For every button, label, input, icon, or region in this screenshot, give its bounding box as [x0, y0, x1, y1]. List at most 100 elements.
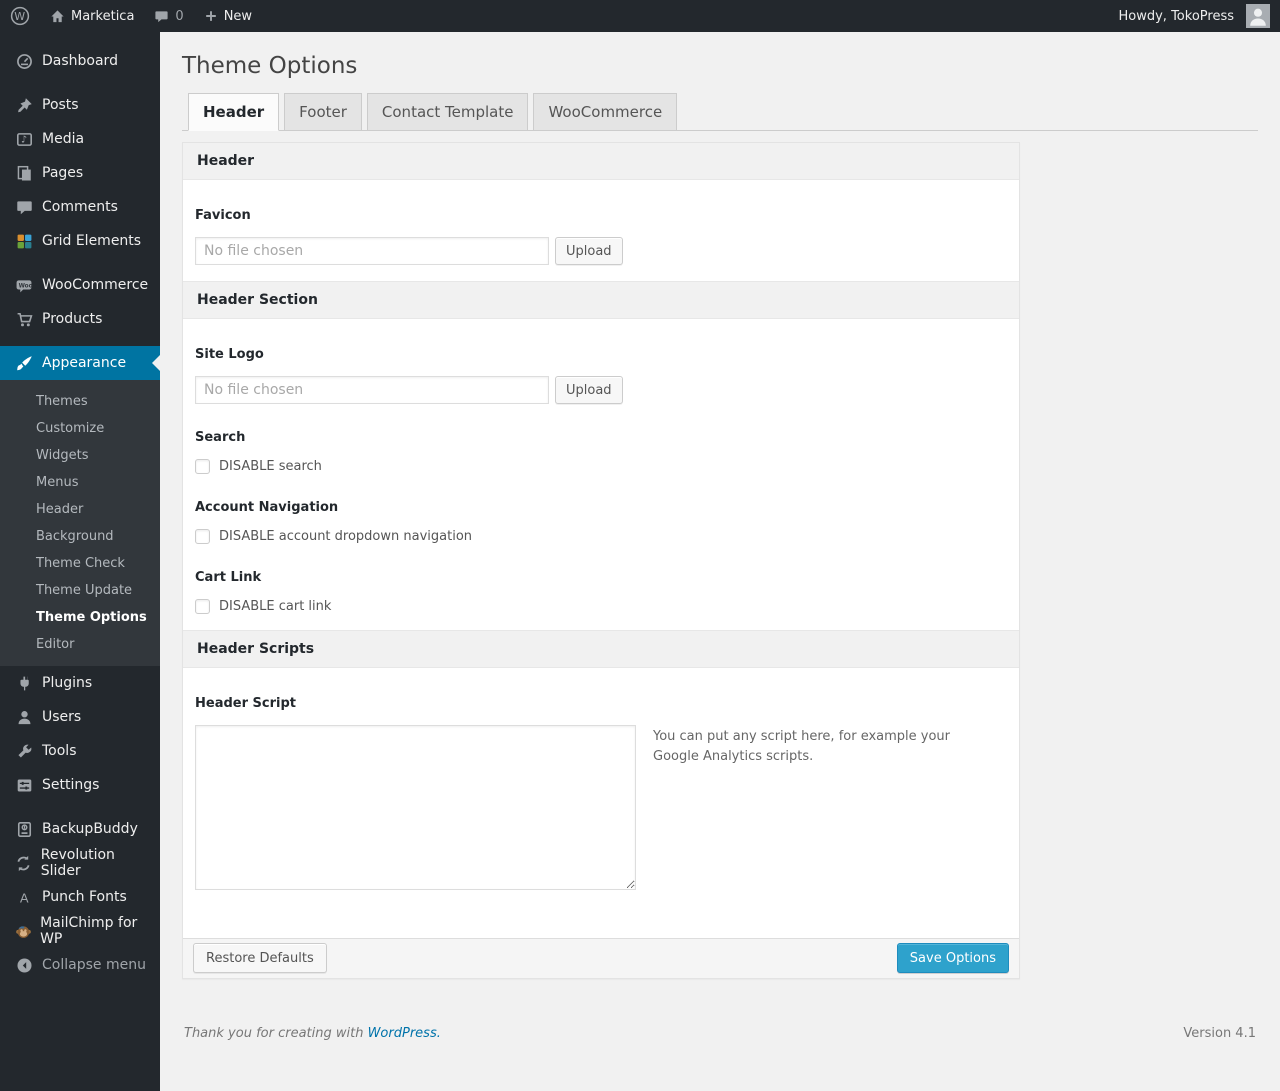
comment-bubble-icon	[154, 9, 169, 24]
account-navigation-label: Account Navigation	[195, 500, 339, 515]
tab-header[interactable]: Header	[188, 93, 280, 131]
my-account-menu[interactable]: Howdy, TokoPress	[1109, 0, 1280, 32]
wordpress-logo-menu[interactable]: W	[0, 0, 40, 32]
cart-link-label: Cart Link	[195, 570, 262, 585]
admin-bar: W Marketica 0 New Howdy, TokoPress	[0, 0, 1280, 32]
disable-search-row: DISABLE search	[195, 459, 1007, 474]
save-options-button[interactable]: Save Options	[896, 943, 1009, 973]
restore-defaults-button[interactable]: Restore Defaults	[193, 943, 327, 973]
svg-text:♪: ♪	[20, 134, 26, 145]
plus-icon	[204, 9, 218, 23]
section-header-header-scripts: Header Scripts	[183, 630, 1019, 668]
disable-search-checkbox-label: DISABLE search	[219, 459, 322, 474]
page-footer: Thank you for creating with WordPress. V…	[182, 1026, 1258, 1041]
sidebar-subitem-editor[interactable]: Editor	[0, 631, 160, 658]
sidebar-item-revolution-slider[interactable]: Revolution Slider	[0, 846, 160, 880]
menu-separator	[0, 258, 160, 268]
section-body-header-scripts: Header Script You can put any script her…	[183, 668, 1019, 938]
favicon-label: Favicon	[195, 208, 251, 223]
section-header-header: Header	[183, 143, 1019, 180]
wordpress-logo-icon: W	[10, 6, 30, 26]
comments-bubble-link[interactable]: 0	[144, 0, 193, 32]
sidebar-subitem-widgets[interactable]: Widgets	[0, 442, 160, 469]
appearance-brush-icon	[14, 355, 34, 372]
sidebar-subitem-background[interactable]: Background	[0, 523, 160, 550]
sidebar-item-pages[interactable]: Pages	[0, 156, 160, 190]
collapse-menu-button[interactable]: Collapse menu	[0, 948, 160, 982]
disable-account-nav-checkbox[interactable]	[195, 529, 210, 544]
sidebar-subitem-theme-check[interactable]: Theme Check	[0, 550, 160, 577]
site-logo-label: Site Logo	[195, 347, 264, 362]
media-icon: ♪	[14, 131, 34, 148]
sidebar-subitem-customize[interactable]: Customize	[0, 415, 160, 442]
header-script-label: Header Script	[195, 696, 296, 711]
page-title: Theme Options	[182, 53, 358, 79]
site-logo-upload-button[interactable]: Upload	[555, 376, 623, 404]
avatar	[1246, 4, 1270, 28]
sidebar-subitem-theme-options[interactable]: Theme Options	[0, 604, 160, 631]
punch-fonts-letter-icon: A	[14, 889, 34, 906]
sidebar-subitem-menus[interactable]: Menus	[0, 469, 160, 496]
comments-icon	[14, 199, 34, 216]
tools-wrench-icon	[14, 743, 34, 760]
site-logo-file-input[interactable]	[195, 376, 549, 404]
sidebar-item-punch-fonts[interactable]: A Punch Fonts	[0, 880, 160, 914]
sidebar-subitem-themes[interactable]: Themes	[0, 388, 160, 415]
howdy-text: Howdy, TokoPress	[1118, 8, 1235, 24]
sidebar-item-dashboard[interactable]: Dashboard	[0, 44, 160, 78]
settings-sliders-icon	[14, 777, 34, 794]
disable-account-nav-checkbox-label: DISABLE account dropdown navigation	[219, 529, 473, 544]
sidebar-item-tools[interactable]: Tools	[0, 734, 160, 768]
disable-search-checkbox[interactable]	[195, 459, 210, 474]
favicon-file-row: Upload	[195, 237, 1007, 265]
appearance-submenu: Themes Customize Widgets Menus Header Ba…	[0, 380, 160, 666]
new-content-menu[interactable]: New	[194, 0, 262, 32]
footer-thanks: Thank you for creating with WordPress.	[184, 1026, 441, 1041]
svg-text:W: W	[14, 10, 25, 23]
site-name-link[interactable]: Marketica	[40, 0, 144, 32]
sidebar-subitem-header[interactable]: Header	[0, 496, 160, 523]
admin-menu: Dashboard Posts ♪ Media Pages Comments G…	[0, 32, 160, 1091]
panel-footer: Restore Defaults Save Options	[183, 938, 1019, 978]
menu-separator	[0, 336, 160, 346]
search-label: Search	[195, 430, 246, 445]
svg-text:A: A	[19, 891, 28, 906]
pages-icon	[14, 165, 34, 182]
disable-cart-link-row: DISABLE cart link	[195, 599, 1007, 614]
header-script-textarea[interactable]	[195, 725, 636, 890]
users-icon	[14, 709, 34, 726]
sidebar-subitem-theme-update[interactable]: Theme Update	[0, 577, 160, 604]
revolution-slider-icon	[14, 855, 33, 872]
section-body-header-section: Site Logo Upload Search DISABLE search A…	[183, 319, 1019, 630]
comments-count: 0	[175, 8, 184, 24]
tab-contact-template[interactable]: Contact Template	[366, 93, 529, 131]
sidebar-item-backupbuddy[interactable]: BackupBuddy	[0, 812, 160, 846]
theme-options-panel: Header Favicon Upload Header Section Sit…	[182, 142, 1020, 979]
sidebar-item-posts[interactable]: Posts	[0, 88, 160, 122]
favicon-upload-button[interactable]: Upload	[555, 237, 623, 265]
svg-text:Woo: Woo	[19, 283, 33, 289]
sidebar-item-comments[interactable]: Comments	[0, 190, 160, 224]
tab-footer[interactable]: Footer	[284, 93, 362, 131]
sidebar-item-woocommerce[interactable]: Woo WooCommerce	[0, 268, 160, 302]
sidebar-item-users[interactable]: Users	[0, 700, 160, 734]
favicon-file-input[interactable]	[195, 237, 549, 265]
disable-account-nav-row: DISABLE account dropdown navigation	[195, 529, 1007, 544]
sidebar-item-products[interactable]: Products	[0, 302, 160, 336]
menu-separator	[0, 78, 160, 88]
tab-woocommerce[interactable]: WooCommerce	[533, 93, 678, 131]
footer-version: Version 4.1	[1183, 1026, 1256, 1041]
collapse-arrow-icon	[14, 957, 34, 974]
sidebar-item-appearance[interactable]: Appearance	[0, 346, 160, 380]
section-body-header: Favicon Upload	[183, 180, 1019, 281]
sidebar-item-plugins[interactable]: Plugins	[0, 666, 160, 700]
wordpress-link[interactable]: WordPress.	[368, 1026, 441, 1041]
plugins-icon	[14, 675, 34, 692]
sidebar-item-grid-elements[interactable]: Grid Elements	[0, 224, 160, 258]
nav-tab-wrapper: Header Footer Contact Template WooCommer…	[182, 93, 1258, 131]
sidebar-item-settings[interactable]: Settings	[0, 768, 160, 802]
mailchimp-monkey-icon	[14, 923, 32, 940]
sidebar-item-media[interactable]: ♪ Media	[0, 122, 160, 156]
disable-cart-link-checkbox[interactable]	[195, 599, 210, 614]
sidebar-item-mailchimp[interactable]: MailChimp for WP	[0, 914, 160, 948]
